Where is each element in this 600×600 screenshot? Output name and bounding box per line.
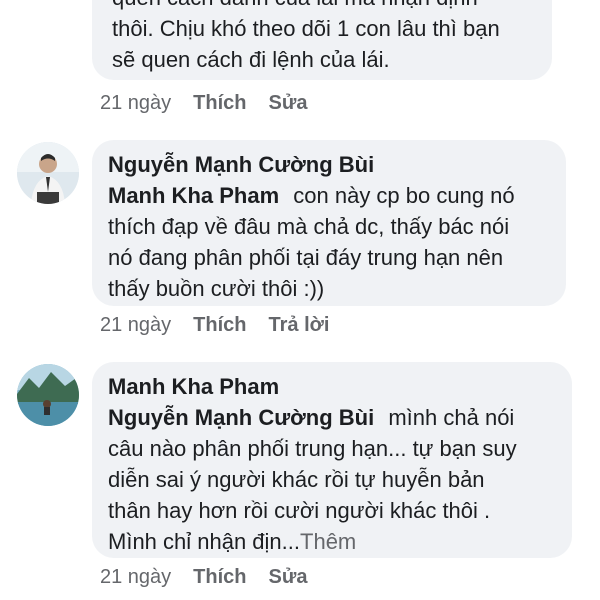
see-more-link[interactable]: Thêm [300,529,356,554]
comment-line: Nguyễn Mạnh Cường Bùi mình chả nói [108,402,556,433]
comment-author[interactable]: Manh Kha Pham [108,372,556,402]
comment-line: diễn sai ý người khác rồi tự huyễn bản [108,467,485,492]
comment-text: con này cp bo cung nó [293,183,515,208]
comment-actions: 21 ngày Thích Sửa [100,92,307,115]
person-photo-icon [17,142,79,204]
mention-link[interactable]: Nguyễn Mạnh Cường Bùi [108,405,374,430]
edit-button[interactable]: Sửa [269,566,308,589]
like-button[interactable]: Thích [193,566,246,589]
like-button[interactable]: Thích [193,314,246,337]
comment-text: Mình chỉ nhận địn... [108,529,301,554]
avatar[interactable] [17,142,79,204]
comment-line: thân hay hơn rồi cười người khác thôi . [108,498,491,523]
comment-line: sẽ quen cách đi lệnh của lái. [112,47,390,72]
comment-bubble: Nguyễn Mạnh Cường Bùi Manh Kha Pham con … [92,140,566,306]
comment-bubble: Manh Kha Pham Nguyễn Mạnh Cường Bùi mình… [92,362,572,558]
like-button[interactable]: Thích [193,92,246,115]
landscape-photo-icon [17,364,79,426]
edit-button[interactable]: Sửa [269,92,308,115]
reply-button[interactable]: Trả lời [269,314,330,337]
comment-time[interactable]: 21 ngày [100,92,171,115]
comment-line: câu nào phân phối trung hạn... tự bạn su… [108,436,517,461]
avatar[interactable] [17,364,79,426]
comment-line: quen cách đánh của lái mà nhận định [112,0,532,13]
comment-bubble: quen cách đánh của lái mà nhận định thôi… [92,0,552,80]
comment-time[interactable]: 21 ngày [100,566,171,589]
comment-line: Mình chỉ nhận địn...Thêm [108,526,556,557]
comment-time[interactable]: 21 ngày [100,314,171,337]
mention-link[interactable]: Manh Kha Pham [108,183,279,208]
comment-line: thôi. Chịu khó theo dõi 1 con lâu thì bạ… [112,16,500,41]
comment-line: thích đạp về đâu mà chả dc, thấy bác nói [108,214,510,239]
comment-text: mình chả nói [388,405,515,430]
comment-line: thấy buồn cười thôi :)) [108,276,325,301]
comment-line: Manh Kha Pham con này cp bo cung nó [108,180,550,211]
comment-line: nó đang phân phối tại đáy trung hạn nên [108,245,504,270]
comment-actions: 21 ngày Thích Sửa [100,566,307,589]
comment-actions: 21 ngày Thích Trả lời [100,314,329,337]
comment-author[interactable]: Nguyễn Mạnh Cường Bùi [108,150,550,180]
